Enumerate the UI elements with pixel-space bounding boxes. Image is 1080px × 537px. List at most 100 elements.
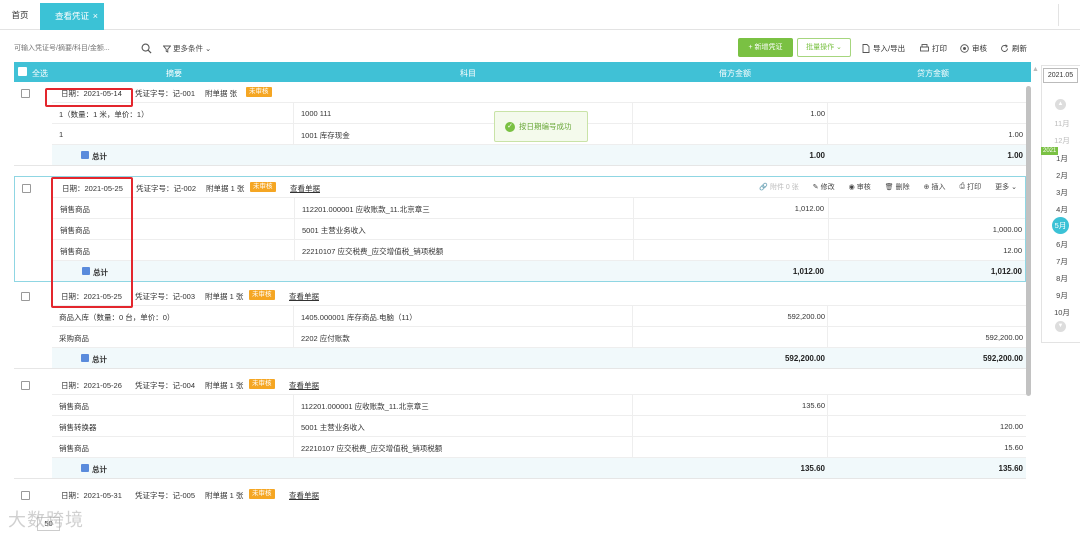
total-debit: 1.00 [809,151,825,160]
voucher-checkbox[interactable] [21,491,30,500]
annotation-box [51,177,133,308]
toolbar: 更多条件 ⌄ + 新增凭证 批量操作 ⌄ 导入/导出 打印 审核 刷新 [0,30,1080,62]
tab-view-voucher-label: 查看凭证 [55,11,90,21]
voucher-header: 日期：2021-05-14 凭证字号：记-001 附单据 张 未审核 [14,82,1026,102]
scroll-up-arrow-icon[interactable]: ▲ [1032,66,1039,73]
printer-icon [920,44,929,52]
table-row[interactable]: 商品入库（数量：0 台，单价：0） 1405.000001 库存商品.电脑（11… [52,305,1026,326]
table-row[interactable]: 销售转换器 5001 主营业务收入 120.00 [52,415,1026,436]
audit-icon [960,44,969,53]
month-item[interactable]: 4月 [1045,204,1079,215]
import-export-button[interactable]: 导入/导出 [862,43,905,54]
row-account: 1000 111 [301,109,332,118]
voucher-attachments: 附单据 1 张 [205,381,244,390]
print-voucher-label: 打印 [967,184,982,191]
divider [632,395,633,415]
import-export-label: 导入/导出 [873,44,906,53]
attachment-button[interactable]: 🔗 附件 0 张 [759,182,799,192]
table-row[interactable]: 销售商品 5001 主营业务收入 1,000.00 [53,218,1025,239]
divider [293,124,294,144]
divider [294,240,295,260]
month-item[interactable]: 3月 [1045,187,1079,198]
delete-button[interactable]: 🗑 删除 [885,182,910,192]
more-label: 更多 [995,184,1010,191]
table-row[interactable]: 采购商品 2202 应付账款 592,200.00 [52,326,1026,347]
view-docs-link[interactable]: 查看单据 [289,380,319,391]
search-icon[interactable] [141,43,152,54]
header-credit: 贷方金额 [917,69,949,78]
view-docs-link[interactable]: 查看单据 [289,291,319,302]
month-item[interactable]: 1月 [1045,153,1079,164]
total-label: 总计 [92,152,107,161]
month-item[interactable]: 9月 [1045,290,1079,301]
print-voucher-button[interactable]: ⎙ 打印 [960,182,982,192]
more-filter-label: 更多条件 [173,44,203,53]
month-item[interactable]: 12月 [1045,135,1079,146]
header-select-all[interactable]: 全选 [32,68,48,79]
month-item[interactable]: 8月 [1045,273,1079,284]
refresh-button[interactable]: 刷新 [1000,43,1027,54]
voucher-header: 日期：2021-05-25 凭证字号：记-003 附单据 1 张 未审核 查看单… [14,285,1026,305]
voucher-attachments: 附单据 1 张 [205,292,244,301]
header-account: 科目 [460,69,476,78]
table-row[interactable]: 销售商品 112201.000001 应收账款_11.北京章三 1,012.00 [53,197,1025,218]
search-input[interactable] [14,40,134,56]
divider [1058,4,1059,26]
select-all-checkbox[interactable] [18,67,27,76]
voucher-header: 日期：2021-05-25 凭证字号：记-002 附单据 1 张 未审核 查看单… [15,177,1025,197]
row-summary: 采购商品 [59,334,89,343]
table-row[interactable]: 销售商品 112201.000001 应收账款_11.北京章三 135.60 [52,394,1026,415]
more-button[interactable]: 更多 ⌄ [995,182,1017,192]
divider [827,306,828,326]
view-docs-link[interactable]: 查看单据 [289,490,319,501]
batch-ops-button[interactable]: 批量操作 ⌄ [797,38,851,57]
divider [633,240,634,260]
voucher-checkbox[interactable] [22,184,31,193]
voucher-checkbox[interactable] [21,292,30,301]
total-label: 总计 [92,465,107,474]
chevron-down-icon[interactable]: ▼ [1055,321,1066,332]
table-header: 全选 摘要 科目 借方金额 贷方金额 [14,62,1031,82]
month-item[interactable]: 2月 [1045,170,1079,181]
trash-icon: 🗑 [884,184,894,191]
audit-voucher-button[interactable]: ◉ 审核 [849,182,871,192]
month-item[interactable]: 10月 [1045,307,1079,318]
print-button[interactable]: 打印 [920,43,947,54]
more-filter-button[interactable]: 更多条件 ⌄ [163,43,211,54]
view-docs-link[interactable]: 查看单据 [290,183,320,194]
month-item[interactable]: 7月 [1045,256,1079,267]
divider [293,103,294,123]
vertical-scrollbar[interactable] [1026,86,1031,396]
month-item[interactable]: 6月 [1045,239,1079,250]
voucher-checkbox[interactable] [21,381,30,390]
close-icon[interactable]: × [93,3,98,30]
total-credit: 1.00 [1007,151,1023,160]
tab-view-voucher[interactable]: 查看凭证 × [40,3,104,30]
chevron-up-icon[interactable]: ▲ [1055,99,1066,110]
tab-home[interactable]: 首页 [0,0,40,30]
total-row: 总计 1.00 1.00 [52,144,1026,165]
month-item-active[interactable]: 5月 [1052,217,1069,234]
voucher-attachments: 附单据 1 张 [205,491,244,500]
new-voucher-button[interactable]: + 新增凭证 [738,38,793,57]
row-account: 22210107 应交税费_应交增值税_销项税额 [301,444,443,453]
month-item[interactable]: 11月 [1045,118,1079,129]
voucher-card: 日期：2021-05-25 凭证字号：记-002 附单据 1 张 未审核 查看单… [14,176,1026,282]
divider [828,219,829,239]
edit-icon: ✎ [812,184,819,191]
table-row[interactable]: 销售商品 22210107 应交税费_应交增值税_销项税额 15.60 [52,436,1026,457]
row-credit: 12.00 [1003,246,1022,255]
audit-icon: ◉ [848,184,855,191]
voucher-checkbox[interactable] [21,89,30,98]
insert-button[interactable]: ⊕ 插入 [924,182,946,192]
table-row[interactable]: 销售商品 22210107 应交税费_应交增值税_销项税额 12.00 [53,239,1025,260]
voucher-number: 凭证字号：记-004 [135,381,196,390]
divider [293,327,294,347]
edit-button[interactable]: ✎ 修改 [813,182,835,192]
audit-button[interactable]: 审核 [960,43,987,54]
period-input[interactable]: 2021.05 [1043,68,1078,83]
toast-message: 按日期编号成功 [519,122,572,131]
total-row: 总计 1,012.00 1,012.00 [53,260,1025,281]
voucher-number: 凭证字号：记-001 [135,89,196,98]
success-toast: ✓ 按日期编号成功 [494,111,588,142]
